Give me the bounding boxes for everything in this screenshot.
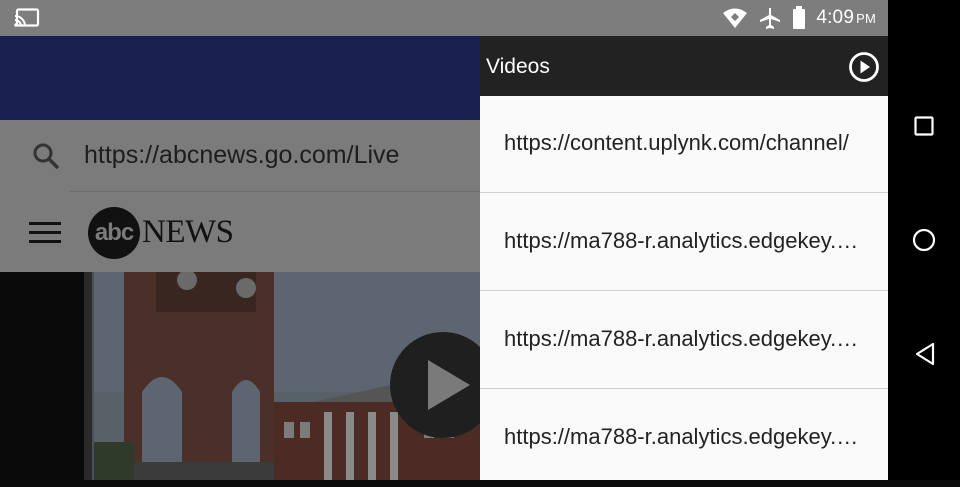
recents-button[interactable] — [914, 116, 934, 136]
airplane-icon — [760, 8, 781, 29]
logo-wordmark: NEWS — [142, 214, 234, 250]
cast-icon — [14, 8, 40, 27]
video-url: https://content.uplynk.com/channel/ — [504, 130, 849, 155]
status-bar: 4:09 PM — [0, 0, 888, 36]
browser-app-bar — [0, 36, 480, 120]
navigation-bar — [888, 0, 960, 480]
battery-icon — [793, 6, 806, 29]
back-button[interactable] — [914, 342, 936, 366]
url-text[interactable]: https://abcnews.go.com/Live — [84, 141, 399, 170]
videos-list: https://content.uplynk.com/channel/ http… — [480, 96, 888, 480]
clock-time: 4:09 — [816, 7, 855, 28]
play-circle-icon[interactable] — [848, 51, 880, 83]
video-url: https://ma788-r.analytics.edgekey.net/ — [504, 228, 866, 253]
site-header — [0, 192, 480, 272]
abc-news-logo[interactable]: abc — [88, 207, 140, 259]
clock: 4:09 PM — [816, 7, 876, 29]
search-icon[interactable] — [32, 142, 60, 170]
logo-badge: abc — [88, 207, 140, 259]
clock-ampm: PM — [856, 11, 876, 26]
hamburger-menu-icon[interactable] — [29, 220, 61, 246]
videos-panel-title: Videos — [486, 55, 550, 78]
video-list-item[interactable]: https://ma788-r.analytics.edgekey.net/ — [480, 292, 888, 389]
video-url: https://ma788-r.analytics.edgekey.net/ — [504, 326, 866, 351]
video-list-item[interactable]: https://content.uplynk.com/channel/ — [480, 96, 888, 193]
video-list-item[interactable]: https://ma788-r.analytics.edgekey.net/ — [480, 194, 888, 291]
video-list-item[interactable]: https://ma788-r.analytics.edgekey.net/ — [480, 390, 888, 487]
home-button[interactable] — [912, 228, 936, 252]
video-url: https://ma788-r.analytics.edgekey.net/ — [504, 424, 866, 449]
wifi-icon — [723, 8, 748, 28]
